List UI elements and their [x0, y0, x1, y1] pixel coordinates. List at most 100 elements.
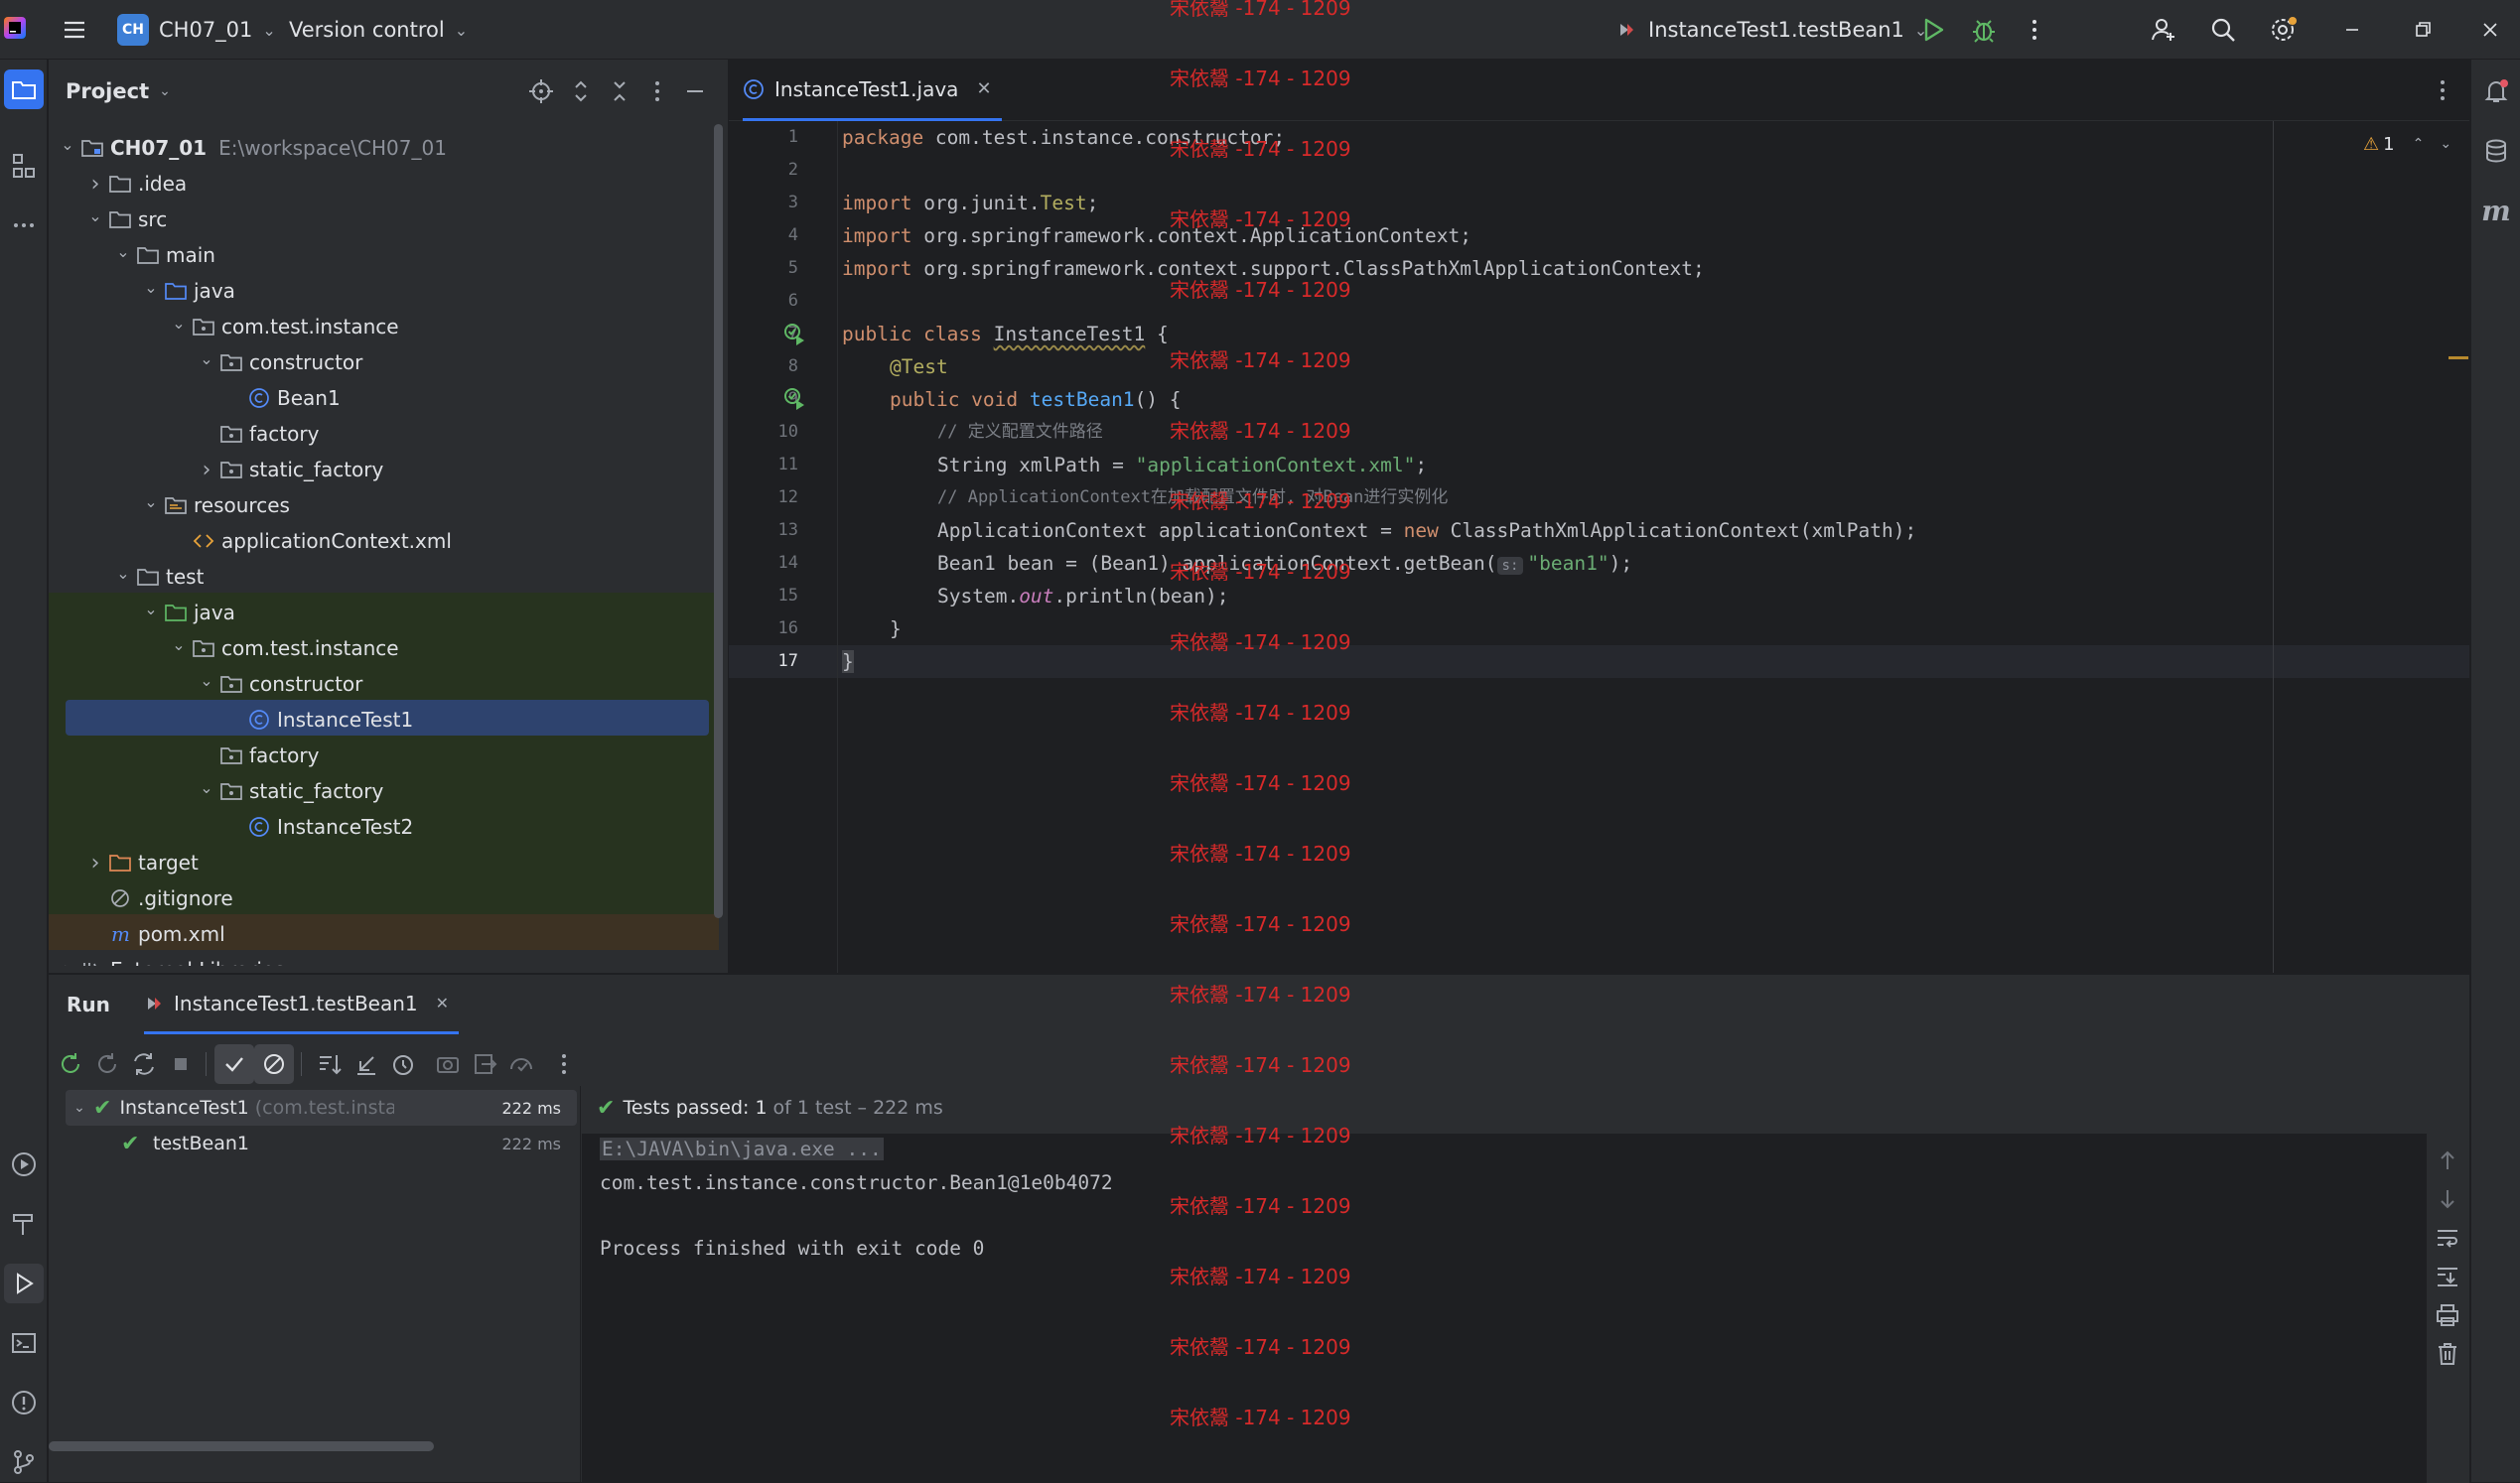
- chevron-down-icon[interactable]: ⌄: [112, 562, 134, 584]
- hide-panel-icon[interactable]: [675, 71, 715, 111]
- chevron-down-icon[interactable]: ⌄: [84, 204, 106, 226]
- console-output[interactable]: E:\JAVA\bin\java.exe ... com.test.instan…: [582, 1134, 2469, 1483]
- terminal-tool-icon[interactable]: [4, 1323, 44, 1363]
- export-icon[interactable]: [465, 1044, 504, 1084]
- clear-trash-icon[interactable]: [2429, 1335, 2466, 1373]
- chevron-right-icon[interactable]: ›: [196, 458, 217, 482]
- test-row-class[interactable]: ⌄ ✔ InstanceTest1 (com.test.instance.c 2…: [66, 1090, 577, 1126]
- scroll-to-end-icon[interactable]: [2429, 1258, 2466, 1295]
- notifications-icon[interactable]: [2476, 71, 2516, 111]
- soft-wrap-icon[interactable]: [2429, 1219, 2466, 1257]
- chevron-down-icon[interactable]: ⌄: [140, 276, 162, 298]
- tree-item[interactable]: ⌄ constructor: [49, 344, 719, 380]
- chevron-right-icon[interactable]: ›: [84, 172, 106, 197]
- project-widget[interactable]: CH CH07_01 ⌄: [117, 0, 276, 60]
- rerun-icon[interactable]: [51, 1044, 90, 1084]
- tree-item[interactable]: › target: [49, 845, 719, 880]
- tree-item[interactable]: ⌄ src: [49, 202, 719, 237]
- restore-icon[interactable]: [2403, 10, 2443, 50]
- more-actions-icon[interactable]: [2015, 10, 2054, 50]
- warning-stripe-marker[interactable]: [2449, 356, 2468, 359]
- maven-tool-icon[interactable]: m: [2476, 191, 2516, 230]
- services-tool-icon[interactable]: [4, 1145, 44, 1184]
- run-test-class-gutter-icon[interactable]: [782, 322, 806, 345]
- chevron-down-icon[interactable]: ⌄: [196, 776, 217, 798]
- run-tab[interactable]: InstanceTest1.testBean1 ✕: [144, 975, 460, 1034]
- tree-item[interactable]: ⌄ main: [49, 237, 719, 273]
- collapse-all-icon[interactable]: [600, 71, 639, 111]
- toggle-auto-test-icon[interactable]: [124, 1044, 164, 1084]
- more-options-icon[interactable]: [544, 1044, 584, 1084]
- tree-item[interactable]: › .idea: [49, 166, 719, 202]
- chevron-down-icon[interactable]: ⌄: [2440, 136, 2451, 152]
- test-row-method[interactable]: ✔ testBean1 222 ms: [66, 1126, 577, 1161]
- close-window-icon[interactable]: [2470, 10, 2510, 50]
- tree-item[interactable]: › External Libraries: [49, 952, 719, 966]
- version-control-widget[interactable]: Version control ⌄: [289, 0, 468, 60]
- more-tools-icon[interactable]: [4, 205, 44, 245]
- close-tab-icon[interactable]: ✕: [976, 78, 991, 99]
- screenshot-icon[interactable]: [428, 1044, 468, 1084]
- tab-instancetest1-java[interactable]: InstanceTest1.java ✕: [743, 60, 1002, 121]
- add-user-icon[interactable]: [2144, 10, 2183, 50]
- tree-item[interactable]: ⌄ com.test.instance: [49, 630, 719, 666]
- import-tests-icon[interactable]: [347, 1044, 386, 1084]
- tree-item[interactable]: factory: [49, 738, 719, 773]
- options-icon[interactable]: [637, 71, 677, 111]
- history-icon[interactable]: [383, 1044, 423, 1084]
- chevron-up-icon[interactable]: ⌃: [2413, 136, 2425, 152]
- tree-item[interactable]: › static_factory: [49, 452, 719, 487]
- tree-item[interactable]: InstanceTest2: [49, 809, 719, 845]
- git-tool-icon[interactable]: [4, 1442, 44, 1482]
- tree-item[interactable]: InstanceTest1: [49, 702, 719, 738]
- tree-item[interactable]: ⌄ resources: [49, 487, 719, 523]
- build-tool-icon[interactable]: [4, 1204, 44, 1244]
- code-content[interactable]: package com.test.instance.constructor; i…: [842, 121, 2470, 973]
- main-menu-icon[interactable]: [55, 10, 94, 50]
- scroll-up-icon[interactable]: [2429, 1142, 2466, 1179]
- sort-icon[interactable]: [310, 1044, 350, 1084]
- structure-tool-icon[interactable]: [4, 146, 44, 186]
- editor-options-icon[interactable]: [2423, 70, 2462, 110]
- locate-file-icon[interactable]: [521, 71, 561, 111]
- settings-gear-icon[interactable]: [2263, 10, 2303, 50]
- database-icon[interactable]: [2476, 131, 2516, 171]
- show-ignored-icon[interactable]: [254, 1044, 294, 1084]
- chevron-down-icon[interactable]: ⌄: [196, 347, 217, 369]
- coverage-icon[interactable]: [501, 1044, 541, 1084]
- expand-collapse-icon[interactable]: [561, 71, 601, 111]
- tree-item[interactable]: ⌄ com.test.instance: [49, 309, 719, 344]
- minimize-icon[interactable]: [2332, 10, 2372, 50]
- print-icon[interactable]: [2429, 1296, 2466, 1334]
- run-test-method-gutter-icon[interactable]: [782, 386, 806, 410]
- rerun-failed-icon[interactable]: [87, 1044, 127, 1084]
- chevron-down-icon[interactable]: ⌄: [66, 1100, 93, 1116]
- stop-icon[interactable]: [161, 1044, 201, 1084]
- chevron-down-icon[interactable]: ⌄: [168, 633, 190, 655]
- tree-item[interactable]: ⌄ java: [49, 595, 719, 630]
- chevron-down-icon[interactable]: ⌄: [196, 669, 217, 691]
- tree-item[interactable]: factory: [49, 416, 719, 452]
- debug-icon[interactable]: [1964, 10, 2004, 50]
- chevron-right-icon[interactable]: ›: [57, 958, 78, 967]
- tree-item[interactable]: m pom.xml: [49, 916, 719, 952]
- run-config-selector[interactable]: InstanceTest1.testBean1 ⌄: [1616, 0, 1927, 60]
- chevron-down-icon[interactable]: ⌄: [168, 312, 190, 334]
- show-passed-icon[interactable]: [214, 1044, 254, 1084]
- chevron-right-icon[interactable]: ›: [84, 851, 106, 876]
- project-scrollbar[interactable]: [714, 124, 723, 918]
- inspection-widget[interactable]: ⚠ 1 ⌃ ⌄: [2363, 129, 2451, 159]
- chevron-down-icon[interactable]: ⌄: [140, 490, 162, 512]
- project-tool-icon[interactable]: [4, 69, 44, 109]
- search-icon[interactable]: [2203, 10, 2243, 50]
- chevron-down-icon[interactable]: ⌄: [57, 133, 78, 155]
- tree-item[interactable]: Bean1: [49, 380, 719, 416]
- tree-item[interactable]: ⌄ test: [49, 559, 719, 595]
- app-logo-icon[interactable]: [0, 10, 34, 50]
- tree-item[interactable]: ⌄ constructor: [49, 666, 719, 702]
- chevron-down-icon[interactable]: ⌄: [140, 598, 162, 619]
- project-view-selector[interactable]: Project ⌄: [66, 60, 171, 122]
- tree-item[interactable]: ⌄ java: [49, 273, 719, 309]
- tree-item[interactable]: ⌄ CH07_01 E:\workspace\CH07_01: [49, 130, 719, 166]
- scroll-down-icon[interactable]: [2429, 1180, 2466, 1218]
